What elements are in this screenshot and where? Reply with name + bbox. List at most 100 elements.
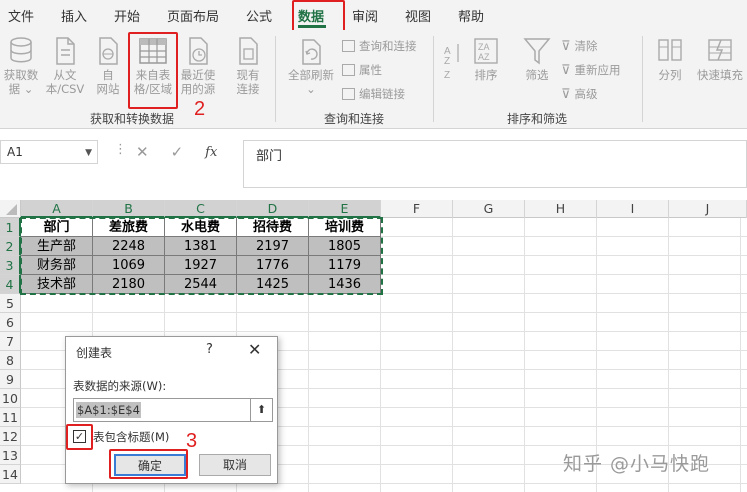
split-columns-icon [658,39,682,61]
cell-a1[interactable]: 部门 [21,218,93,237]
refresh-all-button[interactable]: 全部刷新 ⌄ [285,36,337,96]
properties-button[interactable]: 属性 [342,62,382,78]
existing-connections-label-2: 连接 [236,82,260,96]
menu-home[interactable]: 开始 [114,6,140,25]
enter-formula-icon[interactable]: ✓ [171,143,184,161]
existing-connection-icon [239,37,258,65]
cell-c2[interactable]: 1381 [165,237,237,256]
menu-insert[interactable]: 插入 [61,6,87,25]
cell-e4[interactable]: 1436 [309,275,381,294]
row-header-9[interactable]: 9 [0,370,21,389]
row-header-14[interactable]: 14 [0,465,21,484]
flash-fill-button[interactable]: 快速填充 [694,36,746,82]
column-header-i[interactable]: I [597,200,669,218]
web-page-icon [99,37,118,65]
ribbon: 获取数 据 ⌄ 从文 本/CSV 自 网站 来自表 格/区域 最近使 用的源 现… [0,30,747,129]
queries-connections-label: 查询和连接 [359,39,417,53]
close-icon[interactable]: ✕ [248,340,261,359]
svg-text:AZ: AZ [478,52,490,62]
cell-a3[interactable]: 财务部 [21,256,93,275]
text-to-columns-button[interactable]: 分列 [652,36,688,82]
dialog-title: 创建表 [76,346,113,360]
row-header-2[interactable]: 2 [0,237,21,256]
cell-b2[interactable]: 2248 [93,237,165,256]
menu-file[interactable]: 文件 [8,6,34,25]
cancel-formula-icon[interactable]: ✕ [136,143,149,161]
row-header-8[interactable]: 8 [0,351,21,370]
row-header-10[interactable]: 10 [0,389,21,408]
queries-connections-button[interactable]: 查询和连接 [342,38,417,54]
column-header-a[interactable]: A [21,200,93,218]
group-label-sort-filter: 排序和筛选 [507,112,568,126]
filter-button[interactable]: 筛选 [520,36,554,82]
cell-e2[interactable]: 1805 [309,237,381,256]
from-web-button[interactable]: 自 网站 [92,36,124,96]
menu-page-layout[interactable]: 页面布局 [167,6,219,25]
advanced-filter-button[interactable]: ⊽ 高级 [561,86,598,102]
cell-a2[interactable]: 生产部 [21,237,93,256]
menu-formulas[interactable]: 公式 [246,6,272,25]
row-header-1[interactable]: 1 [0,218,21,237]
formula-input[interactable]: 部门 [243,140,747,188]
column-header-c[interactable]: C [165,200,237,218]
cell-a4[interactable]: 技术部 [21,275,93,294]
cell-d4[interactable]: 1425 [237,275,309,294]
formula-controls: ✕ ✓ fx [108,140,238,164]
row-header-6[interactable]: 6 [0,313,21,332]
cell-c1[interactable]: 水电费 [165,218,237,237]
formula-bar: A1 ▼ ⋮ ✕ ✓ fx 部门 [0,130,747,200]
recent-sources-button[interactable]: 最近使 用的源 [178,36,218,96]
source-range-input[interactable]: $A$1:$E$4 ⬆ [73,398,273,422]
from-text-csv-button[interactable]: 从文 本/CSV [44,36,86,96]
cell-c3[interactable]: 1927 [165,256,237,275]
existing-connections-button[interactable]: 现有 连接 [230,36,266,96]
insert-function-icon[interactable]: fx [205,145,217,160]
help-icon[interactable]: ? [206,342,213,357]
menu-view[interactable]: 视图 [405,6,431,25]
get-data-button[interactable]: 获取数 据 ⌄ [2,36,40,96]
row-header-13[interactable]: 13 [0,446,21,465]
menu-review[interactable]: 审阅 [352,6,378,25]
cell-d3[interactable]: 1776 [237,256,309,275]
collapse-dialog-icon[interactable]: ⬆ [250,399,272,421]
column-header-f[interactable]: F [381,200,453,218]
column-header-e[interactable]: E [309,200,381,218]
cell-d2[interactable]: 2197 [237,237,309,256]
sort-ascending-icon: A Z Z [444,44,459,81]
cell-b4[interactable]: 2180 [93,275,165,294]
row-header-5[interactable]: 5 [0,294,21,313]
edit-links-icon [342,88,355,100]
name-box[interactable]: A1 ▼ [0,140,98,164]
text-file-icon [56,37,75,65]
column-header-j[interactable]: J [669,200,747,218]
sort-az-button[interactable]: A Z Z [440,38,466,85]
from-text-label-1: 从文 [53,68,77,82]
cell-c4[interactable]: 2544 [165,275,237,294]
row-header-3[interactable]: 3 [0,256,21,275]
reapply-button[interactable]: ⊽ 重新应用 [561,62,621,78]
column-header-d[interactable]: D [237,200,309,218]
menu-help[interactable]: 帮助 [458,6,484,25]
cell-e3[interactable]: 1179 [309,256,381,275]
column-header-b[interactable]: B [93,200,165,218]
column-header-g[interactable]: G [453,200,525,218]
column-header-h[interactable]: H [525,200,597,218]
cell-e1[interactable]: 培训费 [309,218,381,237]
row-header-11[interactable]: 11 [0,408,21,427]
advanced-label: 高级 [574,87,598,101]
recent-source-icon [189,37,208,65]
cell-b3[interactable]: 1069 [93,256,165,275]
cell-b1[interactable]: 差旅费 [93,218,165,237]
cell-d1[interactable]: 招待费 [237,218,309,237]
row-header-12[interactable]: 12 [0,427,21,446]
group-label-get-transform: 获取和转换数据 [90,112,175,126]
clear-filter-button[interactable]: ⊽ 清除 [561,38,598,54]
cancel-button[interactable]: 取消 [199,454,271,476]
row-header-4[interactable]: 4 [0,275,21,294]
row-header-7[interactable]: 7 [0,332,21,351]
sort-button[interactable]: ZA AZ 排序 [470,36,502,82]
refresh-all-dropdown: ⌄ [306,82,316,96]
has-headers-label: 表包含标题(M) [93,430,170,444]
edit-links-button[interactable]: 编辑链接 [342,86,405,102]
select-all-corner[interactable] [0,200,21,218]
